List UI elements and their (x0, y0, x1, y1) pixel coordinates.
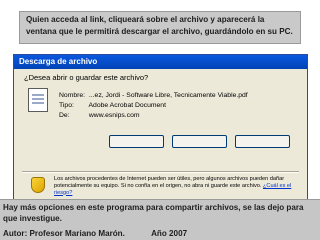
author-year: Año 2007 (151, 229, 188, 238)
open-button[interactable] (109, 135, 164, 148)
save-button[interactable] (172, 135, 227, 148)
file-source-label: De: (59, 112, 70, 119)
author-line: Autor: Profesor Mariano Marón. Año 2007 (3, 228, 317, 239)
file-source-value: www.esnips.com (88, 112, 140, 119)
file-icon (28, 88, 48, 112)
file-type-label: Tipo: (59, 102, 74, 109)
cancel-button[interactable] (235, 135, 290, 148)
file-name-row: Nombre: ...ez, Jordi - Software Libre, T… (59, 92, 248, 99)
dialog-question: ¿Desea abrir o guardar este archivo? (24, 73, 149, 82)
file-type-row: Tipo: Adobe Acrobat Document (59, 102, 166, 109)
file-source-row: De: www.esnips.com (59, 112, 140, 119)
dialog-title: Descarga de archivo (14, 55, 307, 69)
author-name: Autor: Profesor Mariano Marón. (3, 229, 125, 238)
dialog-separator (22, 171, 299, 173)
top-caption: Quien acceda al link, cliqueará sobre el… (19, 11, 301, 44)
warning-text: Los archivos procedentes de Internet pue… (54, 176, 285, 189)
bottom-caption-text: Hay más opciones en este programa para c… (3, 203, 304, 223)
dialog-warning: Los archivos procedentes de Internet pue… (54, 176, 296, 196)
file-name-label: Nombre: (59, 92, 86, 99)
file-download-dialog: Descarga de archivo ¿Desea abrir o guard… (13, 54, 308, 222)
shield-warning-icon (31, 177, 45, 193)
bottom-caption: Hay más opciones en este programa para c… (0, 199, 320, 240)
file-type-value: Adobe Acrobat Document (88, 102, 166, 109)
file-name-value: ...ez, Jordi - Software Libre, Tecnicame… (88, 92, 248, 99)
